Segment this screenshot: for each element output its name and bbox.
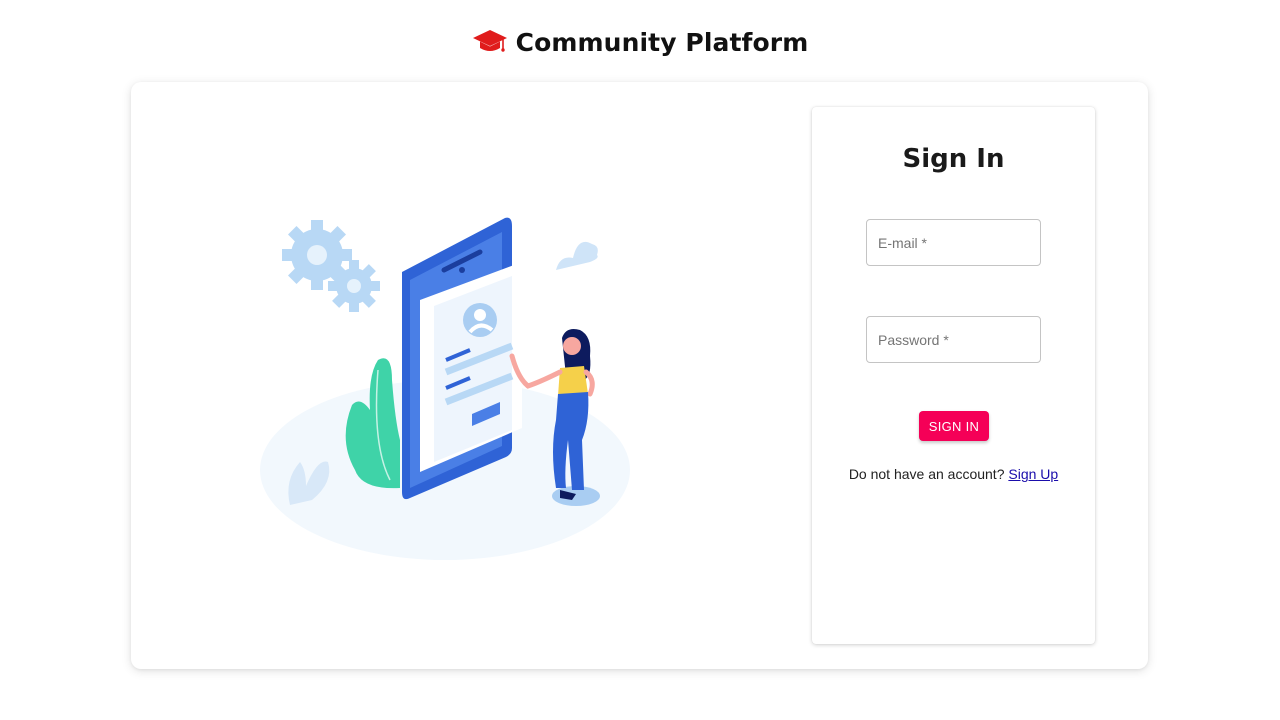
signup-prompt-text: Do not have an account? xyxy=(848,466,1005,482)
login-illustration xyxy=(260,217,630,560)
brand: Community Platform xyxy=(472,27,809,57)
signup-prompt: Do not have an account? Sign Up xyxy=(812,466,1095,482)
header: Community Platform xyxy=(0,0,1280,82)
gear-small-icon xyxy=(328,260,380,312)
signin-panel: Sign In SIGN IN Do not have an account? … xyxy=(812,107,1095,644)
graduation-cap-icon xyxy=(472,30,507,52)
password-input[interactable] xyxy=(867,317,1040,362)
signin-title: Sign In xyxy=(902,144,1005,174)
email-input[interactable] xyxy=(867,220,1040,265)
phone-illustration xyxy=(402,217,522,500)
password-field[interactable] xyxy=(866,316,1041,363)
app-title: Community Platform xyxy=(515,27,809,57)
email-field[interactable] xyxy=(866,219,1041,266)
signin-button[interactable]: SIGN IN xyxy=(919,411,989,441)
cloud-icon xyxy=(556,241,598,270)
signup-link[interactable]: Sign Up xyxy=(1008,466,1058,482)
